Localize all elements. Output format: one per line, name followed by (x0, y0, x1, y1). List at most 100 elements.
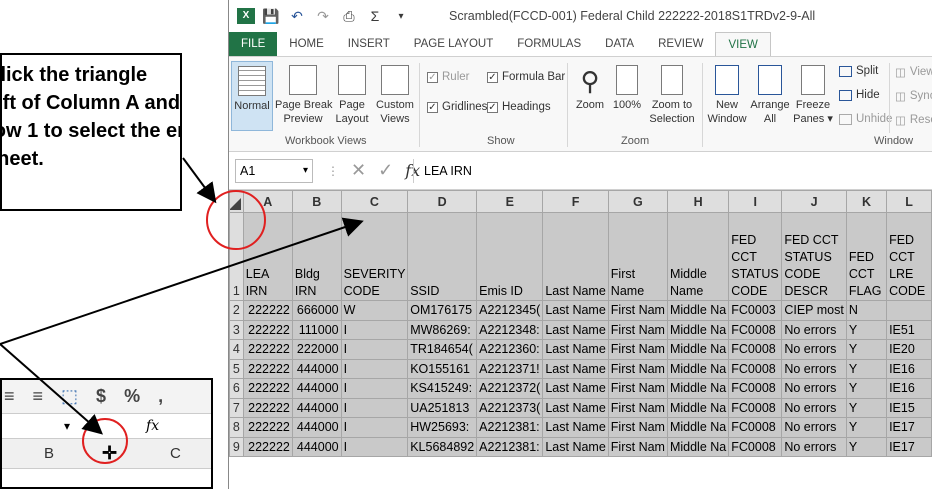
data-cell[interactable]: First Nam (607, 300, 668, 321)
data-cell[interactable]: First Nam (607, 358, 668, 379)
data-cell[interactable]: No errors (781, 339, 847, 360)
tab-data[interactable]: DATA (593, 32, 646, 56)
tab-file[interactable]: FILE (229, 32, 278, 56)
data-cell[interactable]: No errors (781, 436, 847, 457)
arrange-all-button[interactable]: Arrange All (749, 65, 791, 126)
tab-home[interactable]: HOME (277, 32, 336, 56)
data-cell[interactable]: IE20 (886, 339, 932, 360)
data-cell[interactable]: TR184654( (407, 339, 478, 360)
column-header[interactable]: D (407, 190, 478, 213)
data-cell[interactable]: 222222 (242, 397, 293, 418)
data-cell[interactable]: CIEP most (781, 300, 847, 321)
data-cell[interactable]: 222222 (242, 319, 293, 340)
data-cell[interactable]: 222000 (291, 339, 342, 360)
freeze-panes-button[interactable]: Freeze Panes ▾ (792, 65, 834, 126)
column-header[interactable]: E (476, 190, 544, 213)
data-cell[interactable]: 111000 (291, 319, 342, 340)
data-cell[interactable]: FC0008 (728, 397, 783, 418)
data-cell[interactable]: Last Name (542, 319, 609, 340)
tab-view[interactable]: VIEW (715, 32, 771, 56)
normal-view-button[interactable]: Normal (231, 61, 273, 131)
data-cell[interactable]: Last Name (542, 417, 609, 438)
data-cell[interactable]: Middle Na (666, 358, 730, 379)
data-cell[interactable]: No errors (781, 397, 847, 418)
data-cell[interactable]: FC0008 (728, 319, 783, 340)
sync-scrolling-button[interactable]: ◫ Sync (895, 89, 932, 103)
data-cell[interactable] (886, 300, 932, 321)
data-cell[interactable]: FC0008 (728, 417, 783, 438)
row-header[interactable]: 8 (229, 417, 244, 438)
data-cell[interactable]: A2212373( (476, 397, 544, 418)
column-header[interactable]: B (291, 190, 342, 213)
header-cell[interactable]: First Name (607, 212, 668, 301)
data-cell[interactable]: 222222 (242, 300, 293, 321)
reset-position-button[interactable]: ◫ Rese (895, 113, 932, 127)
customize-qat-icon[interactable]: ▾ (391, 11, 411, 22)
zoom-selection-button[interactable]: Zoom to Selection (647, 65, 697, 126)
header-cell[interactable]: FED CCT LRE CODE (886, 212, 932, 301)
row-header[interactable]: 2 (229, 300, 244, 321)
enter-icon[interactable]: ✓ (378, 160, 393, 181)
header-cell[interactable]: Middle Name (666, 212, 730, 301)
data-cell[interactable]: FC0008 (728, 378, 783, 399)
data-cell[interactable]: No errors (781, 417, 847, 438)
data-cell[interactable]: 666000 (291, 300, 342, 321)
data-cell[interactable]: IE17 (886, 417, 932, 438)
column-header[interactable]: H (666, 190, 730, 213)
data-cell[interactable]: OM176175 (407, 300, 478, 321)
custom-views-button[interactable]: Custom Views (374, 65, 416, 126)
data-cell[interactable]: A2212381: (476, 417, 544, 438)
cancel-icon[interactable]: ✕ (351, 160, 366, 181)
header-cell[interactable]: Bldg IRN (291, 212, 342, 301)
data-cell[interactable]: IE51 (886, 319, 932, 340)
data-cell[interactable]: Y (845, 397, 888, 418)
data-cell[interactable]: First Nam (607, 378, 668, 399)
data-cell[interactable]: Last Name (542, 300, 609, 321)
data-cell[interactable]: I (340, 436, 409, 457)
header-cell[interactable]: Last Name (542, 212, 609, 301)
data-cell[interactable]: Y (845, 319, 888, 340)
data-cell[interactable]: UA251813 (407, 397, 478, 418)
unhide-button[interactable]: Unhide (839, 113, 892, 125)
formula-input[interactable]: LEA IRN (413, 158, 932, 183)
data-cell[interactable]: I (340, 417, 409, 438)
row-header[interactable]: 9 (229, 436, 244, 457)
page-layout-button[interactable]: Page Layout (333, 65, 371, 126)
data-cell[interactable]: No errors (781, 319, 847, 340)
data-cell[interactable]: Last Name (542, 358, 609, 379)
data-cell[interactable]: Y (845, 378, 888, 399)
data-cell[interactable]: I (340, 319, 409, 340)
data-cell[interactable]: Y (845, 417, 888, 438)
data-cell[interactable]: Y (845, 358, 888, 379)
data-cell[interactable]: N (845, 300, 888, 321)
data-cell[interactable]: FC0008 (728, 436, 783, 457)
column-header[interactable]: G (607, 190, 668, 213)
data-cell[interactable]: 444000 (291, 436, 342, 457)
tab-review[interactable]: REVIEW (646, 32, 715, 56)
data-cell[interactable]: MW86269: (407, 319, 478, 340)
header-cell[interactable]: SEVERITY CODE (340, 212, 409, 301)
print-icon[interactable]: ⎙ (339, 8, 359, 25)
data-cell[interactable]: Y (845, 436, 888, 457)
column-header[interactable]: L (886, 190, 932, 213)
data-cell[interactable]: Last Name (542, 378, 609, 399)
data-cell[interactable]: FC0003 (728, 300, 783, 321)
row-header[interactable]: 3 (229, 319, 244, 340)
header-cell[interactable]: FED CCT FLAG (845, 212, 888, 301)
row-header[interactable]: 5 (229, 358, 244, 379)
data-cell[interactable]: HW25693: (407, 417, 478, 438)
undo-icon[interactable]: ↶ (287, 8, 307, 25)
column-header[interactable]: C (340, 190, 409, 213)
data-cell[interactable]: 444000 (291, 417, 342, 438)
data-cell[interactable]: A2212348: (476, 319, 544, 340)
data-cell[interactable]: FC0008 (728, 339, 783, 360)
data-cell[interactable]: No errors (781, 358, 847, 379)
data-cell[interactable]: I (340, 358, 409, 379)
gridlines-checkbox[interactable]: ✓ Gridlines (427, 101, 487, 113)
zoom-100-button[interactable]: 100% (611, 65, 643, 112)
data-cell[interactable]: A2212372( (476, 378, 544, 399)
data-cell[interactable]: First Nam (607, 397, 668, 418)
data-cell[interactable]: Middle Na (666, 300, 730, 321)
header-cell[interactable]: Emis ID (476, 212, 544, 301)
data-cell[interactable]: 222222 (242, 417, 293, 438)
